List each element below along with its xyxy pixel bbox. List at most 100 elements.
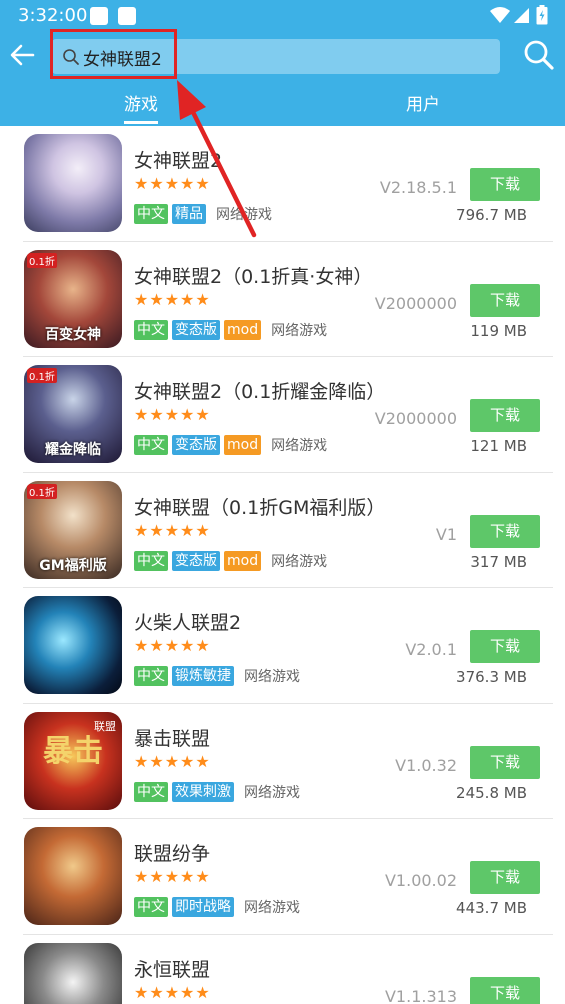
list-item[interactable]: 0.1折 百变女神 女神联盟2（0.1折真·女神） ★★★★★ 中文 变态版 mod 网络游戏… — [0, 242, 565, 357]
app-icon[interactable] — [24, 827, 122, 925]
category-label: 网络游戏 — [271, 322, 328, 339]
list-item[interactable]: 0.1折 GM福利版 女神联盟（0.1折GM福利版） ★★★★★ 中文 变态版 mod 网络游… — [0, 473, 565, 588]
tag-badge: 中文 — [134, 550, 168, 571]
category-label: 网络游戏 — [244, 784, 300, 801]
app-name[interactable]: 火柴人联盟2 — [134, 608, 241, 635]
file-size: 245.8 MB — [456, 783, 527, 802]
download-button[interactable]: 下载 — [470, 745, 540, 779]
category-label: 网络游戏 — [244, 669, 300, 685]
file-size: 119 MB — [470, 321, 527, 340]
app-icon[interactable] — [24, 134, 122, 232]
notification-icon — [118, 7, 136, 25]
app-icon[interactable]: 0.1折 GM福利版 — [24, 480, 122, 579]
app-name[interactable]: 永恒联盟 — [134, 955, 210, 982]
tag-badge: 中文 — [134, 781, 168, 802]
tab-users[interactable]: 用户 — [392, 90, 454, 124]
version-label: V2.0.1 — [405, 640, 457, 659]
rating-stars: ★★★★★ — [134, 174, 211, 193]
rating-stars: ★★★★★ — [134, 867, 211, 886]
app-name[interactable]: 女神联盟2（0.1折真·女神） — [134, 262, 372, 289]
tag-list: 中文 变态版 mod 网络游戏 — [134, 319, 328, 340]
file-size: 796.7 MB — [456, 206, 527, 224]
category-label: 网络游戏 — [244, 900, 300, 916]
tag-list: 中文 锻炼敏捷 网络游戏 — [134, 666, 300, 686]
tag-badge: mod — [224, 319, 262, 340]
download-button[interactable]: 下载 — [470, 976, 540, 1004]
top-header: 3:32:00 女神联盟2 游戏 用户 — [0, 0, 565, 126]
list-item[interactable]: 女神联盟2 ★★★★★ 中文 精品 网络游戏 V2.18.5.1 下载 796.7 MB — [0, 126, 565, 242]
rating-stars: ★★★★★ — [134, 982, 211, 1002]
version-label: V1.0.32 — [395, 755, 457, 775]
search-button-icon[interactable] — [522, 38, 556, 72]
app-icon[interactable]: 暴击 联盟 — [24, 711, 122, 810]
notification-icon — [90, 7, 108, 25]
tag-badge: mod — [224, 435, 262, 455]
signal-icon — [514, 8, 529, 23]
tag-badge: 中文 — [134, 435, 168, 455]
tab-games-label: 游戏 — [124, 95, 158, 115]
status-time: 3:32:00 — [18, 5, 88, 26]
search-highlight-box — [50, 29, 177, 79]
tag-badge: 中文 — [134, 897, 168, 917]
file-size: 443.7 MB — [456, 899, 527, 917]
app-icon[interactable]: 0.1折 百变女神 — [24, 249, 122, 348]
tag-badge: 锻炼敏捷 — [172, 666, 234, 686]
rating-stars: ★★★★★ — [134, 636, 211, 655]
tag-badge: 中文 — [134, 204, 168, 224]
download-button[interactable]: 下载 — [470, 630, 540, 663]
tag-badge: 变态版 — [172, 319, 220, 340]
tag-badge: 即时战略 — [172, 897, 234, 917]
download-button[interactable]: 下载 — [470, 283, 540, 317]
list-item[interactable]: 暴击 联盟 暴击联盟 ★★★★★ 中文 效果刺激 网络游戏 V1.0.32 下载 245.8 MB — [0, 704, 565, 819]
app-name[interactable]: 女神联盟2 — [134, 146, 222, 173]
tab-games[interactable]: 游戏 — [110, 90, 172, 124]
app-name[interactable]: 女神联盟（0.1折GM福利版） — [134, 493, 385, 520]
tag-badge: 变态版 — [172, 435, 220, 455]
category-label: 网络游戏 — [216, 207, 272, 223]
version-label: V2.18.5.1 — [379, 178, 457, 197]
tab-users-label: 用户 — [406, 95, 440, 115]
battery-icon — [536, 5, 548, 25]
tag-badge: 效果刺激 — [172, 781, 234, 802]
app-icon[interactable]: 0.1折 耀金降临 — [24, 365, 122, 463]
tag-badge: 精品 — [172, 204, 206, 224]
version-label: V1.00.02 — [384, 871, 457, 890]
download-button[interactable]: 下载 — [470, 168, 540, 201]
category-label: 网络游戏 — [271, 438, 328, 454]
tag-badge: 中文 — [134, 319, 168, 340]
tag-list: 中文 变态版 mod 网络游戏 — [134, 435, 327, 455]
list-item[interactable]: 火柴人联盟2 ★★★★★ 中文 锻炼敏捷 网络游戏 V2.0.1 下载 376.3 MB — [0, 588, 565, 704]
version-label: V2000000 — [374, 293, 457, 313]
app-name[interactable]: 联盟纷争 — [134, 839, 210, 866]
app-icon[interactable] — [24, 596, 122, 694]
tab-indicator — [124, 121, 158, 124]
tag-badge: 变态版 — [172, 550, 220, 571]
list-item[interactable]: 永恒联盟 ★★★★★ V1.1.313 下载 — [0, 935, 565, 1004]
tag-list: 中文 变态版 mod 网络游戏 — [134, 550, 328, 571]
wifi-icon — [490, 7, 510, 23]
list-item[interactable]: 0.1折 耀金降临 女神联盟2（0.1折耀金降临） ★★★★★ 中文 变态版 mod 网络游戏… — [0, 357, 565, 473]
app-icon[interactable] — [24, 942, 122, 1004]
download-button[interactable]: 下载 — [470, 861, 540, 894]
rating-stars: ★★★★★ — [134, 751, 211, 771]
back-arrow-icon[interactable] — [9, 42, 35, 68]
download-button[interactable]: 下载 — [470, 514, 540, 548]
rating-stars: ★★★★★ — [134, 520, 211, 540]
download-button[interactable]: 下载 — [470, 399, 540, 432]
tag-badge: mod — [224, 550, 262, 571]
tag-list: 中文 即时战略 网络游戏 — [134, 897, 300, 917]
file-size: 317 MB — [470, 552, 527, 571]
file-size: 121 MB — [470, 437, 527, 455]
version-label: V1 — [435, 524, 457, 544]
version-label: V1.1.313 — [384, 986, 457, 1004]
rating-stars: ★★★★★ — [134, 289, 211, 309]
version-label: V2000000 — [374, 409, 457, 428]
tag-list: 中文 效果刺激 网络游戏 — [134, 781, 300, 802]
app-name[interactable]: 暴击联盟 — [134, 724, 210, 751]
status-bar: 3:32:00 — [0, 0, 565, 32]
app-name[interactable]: 女神联盟2（0.1折耀金降临） — [134, 377, 385, 404]
tag-list: 中文 精品 网络游戏 — [134, 204, 272, 224]
file-size: 376.3 MB — [456, 668, 527, 686]
list-item[interactable]: 联盟纷争 ★★★★★ 中文 即时战略 网络游戏 V1.00.02 下载 443.7 MB — [0, 819, 565, 935]
category-label: 网络游戏 — [271, 553, 328, 570]
